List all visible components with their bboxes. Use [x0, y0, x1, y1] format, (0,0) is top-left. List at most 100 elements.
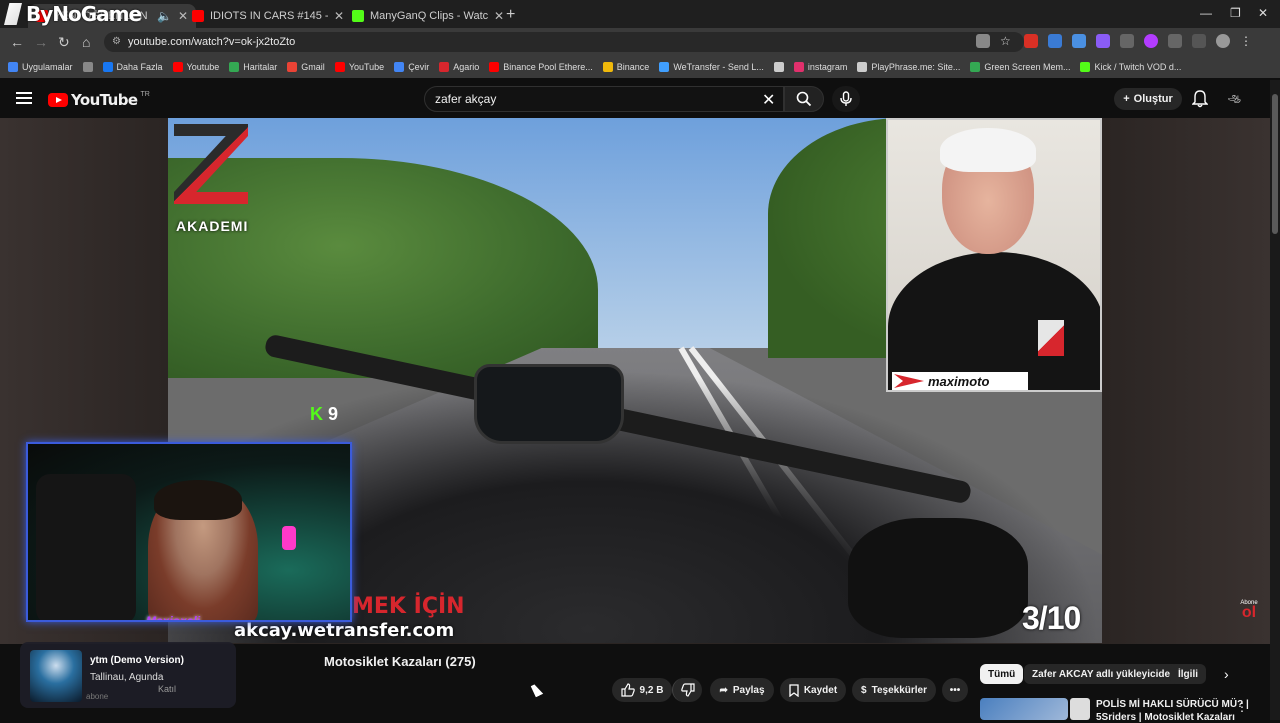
search-input[interactable]: zafer akçay [424, 86, 784, 112]
bookmark-item[interactable]: Kick / Twitch VOD d... [1080, 62, 1181, 72]
chip-all[interactable]: Tümü [980, 664, 1024, 684]
media-control-icon[interactable] [1192, 34, 1206, 48]
bookmark-label: Daha Fazla [116, 62, 163, 72]
recommendation-thumbnail[interactable] [980, 698, 1068, 720]
region-label: TR [140, 90, 150, 98]
extension-translate-icon[interactable] [1048, 34, 1062, 48]
voice-search-button[interactable] [832, 86, 860, 112]
song-artist: Tallinau, Agunda [90, 672, 164, 683]
youtube-logo[interactable]: YouTube TR [48, 91, 150, 109]
extension-wave-icon[interactable] [1072, 34, 1086, 48]
kick-icon [352, 10, 364, 22]
bookmark-label: Green Screen Mem... [984, 62, 1071, 72]
akademi-logo: AKADEMI [168, 118, 252, 238]
bookmark-icon [439, 62, 450, 72]
thanks-button[interactable]: $ Teşekkürler [852, 678, 936, 702]
extension-pen-icon[interactable] [1096, 34, 1110, 48]
bookmark-label: PlayPhrase.me: Site... [871, 62, 961, 72]
bookmark-icon [82, 62, 93, 72]
share-icon: ➦ [719, 684, 728, 696]
bynogame-watermark: ByNoGame [4, 2, 142, 26]
tab-manyganq-clips[interactable]: ManyGanQ Clips - Watch Live o... ✕ [344, 4, 512, 28]
extension-profile-icon[interactable] [1144, 34, 1158, 48]
save-button[interactable]: Kaydet [780, 678, 846, 702]
close-window-icon[interactable]: ✕ [1258, 6, 1268, 20]
thumbs-down-icon [680, 683, 695, 697]
cast-icon[interactable] [976, 34, 990, 48]
address-bar[interactable]: youtube.com/watch?v=ok-jx2toZto [104, 32, 1024, 52]
youtube-wordmark: YouTube [71, 91, 138, 109]
bookmark-label: Haritalar [243, 62, 278, 72]
presenter-facecam: maximoto [886, 118, 1102, 392]
like-button[interactable]: 9,2 B [612, 678, 672, 702]
extensions-area: ☆ ⋮ [976, 34, 1254, 48]
reload-icon[interactable]: ↻ [58, 34, 70, 51]
extension-grid-icon[interactable] [1120, 34, 1134, 48]
menu-hamburger-icon[interactable] [16, 92, 32, 104]
create-button[interactable]: + Oluştur [1114, 88, 1182, 110]
close-tab-icon[interactable]: ✕ [494, 9, 504, 23]
bookmark-icon [602, 62, 613, 72]
profile-avatar[interactable] [1216, 34, 1230, 48]
bookmark-item[interactable]: WeTransfer - Send L... [659, 62, 764, 72]
share-button[interactable]: ➦ Paylaş [710, 678, 774, 702]
restore-icon[interactable]: ❐ [1230, 6, 1241, 20]
recommendation-avatar[interactable] [1070, 698, 1090, 720]
bookmark-item[interactable]: Daha Fazla [102, 62, 163, 72]
new-tab-button[interactable]: + [506, 6, 515, 24]
close-tab-icon[interactable]: ✕ [334, 9, 344, 23]
recommendation-title[interactable]: POLİS Mİ HAKLI SÜRÜCÜ MÜ? | [1096, 699, 1249, 710]
plus-icon: + [1123, 93, 1130, 105]
bookmark-item[interactable]: Haritalar [229, 62, 277, 72]
thanks-label: Teşekkürler [871, 684, 927, 696]
dislike-button[interactable] [672, 678, 702, 702]
account-avatar-icon[interactable]: ஆ [1228, 92, 1241, 104]
song-title: ytm (Demo Version) [90, 655, 184, 666]
extension-new-icon[interactable] [1024, 34, 1038, 48]
bookmark-item[interactable]: PlayPhrase.me: Site... [857, 62, 960, 72]
bookmark-icon [172, 62, 183, 72]
bookmark-item[interactable]: Agario [439, 62, 479, 72]
site-info-icon[interactable]: ⚙ [112, 36, 121, 47]
chip-from-uploader[interactable]: Zafer AKCAY adlı yükleyiciden [1024, 664, 1185, 684]
minimize-icon[interactable]: — [1200, 6, 1212, 20]
tab-idiots-in-cars[interactable]: IDIOTS IN CARS #145 - YouTube ✕ [184, 4, 352, 28]
bookmark-icon [8, 62, 18, 72]
album-art [30, 650, 82, 702]
extensions-puzzle-icon[interactable] [1168, 34, 1182, 48]
join-button[interactable]: Katıl [158, 684, 176, 694]
bookmark-label: Agario [453, 62, 480, 72]
maximoto-banner: maximoto [892, 372, 1028, 390]
bookmark-item[interactable]: Çevir [394, 62, 429, 72]
subscriber-count: abone [86, 692, 109, 701]
bookmark-item[interactable] [82, 62, 93, 72]
chevron-right-icon[interactable]: › [1224, 666, 1229, 682]
recommendation-more-icon[interactable]: ⋮ [1236, 700, 1248, 714]
bookmark-item[interactable]: instagram [793, 62, 847, 72]
bookmark-item[interactable]: Binance [602, 62, 649, 72]
bookmark-item[interactable]: YouTube [334, 62, 384, 72]
star-icon[interactable]: ☆ [1000, 34, 1014, 48]
search-button[interactable] [784, 86, 824, 112]
chip-related[interactable]: İlgili [1170, 664, 1206, 684]
bookmark-item[interactable]: Uygulamalar [8, 62, 73, 72]
bookmark-item[interactable] [773, 62, 784, 72]
bookmark-label: Binance Pool Ethere... [503, 62, 593, 72]
url-text: youtube.com/watch?v=ok-jx2toZto [128, 36, 296, 48]
notifications-button[interactable] [1191, 90, 1209, 113]
bookmark-item[interactable]: Green Screen Mem... [970, 62, 1070, 72]
video-counter: 3/10 [1022, 600, 1081, 636]
bookmark-label: Youtube [186, 62, 220, 72]
more-actions-button[interactable]: ••• [942, 678, 968, 702]
audio-icon[interactable]: 🔈 [157, 9, 172, 23]
bookmark-item[interactable]: Gmail [287, 62, 325, 72]
home-icon[interactable]: ⌂ [82, 34, 90, 50]
back-icon[interactable]: ← [10, 34, 24, 50]
clear-search-icon[interactable]: ✕ [762, 90, 775, 110]
forward-icon[interactable]: → [34, 34, 48, 50]
bookmark-item[interactable]: Youtube [172, 62, 220, 72]
menu-kebab-icon[interactable]: ⋮ [1240, 34, 1254, 48]
bookmark-item[interactable]: Binance Pool Ethere... [489, 62, 593, 72]
pink-light [282, 526, 296, 550]
scrollbar-thumb[interactable] [1272, 94, 1278, 234]
